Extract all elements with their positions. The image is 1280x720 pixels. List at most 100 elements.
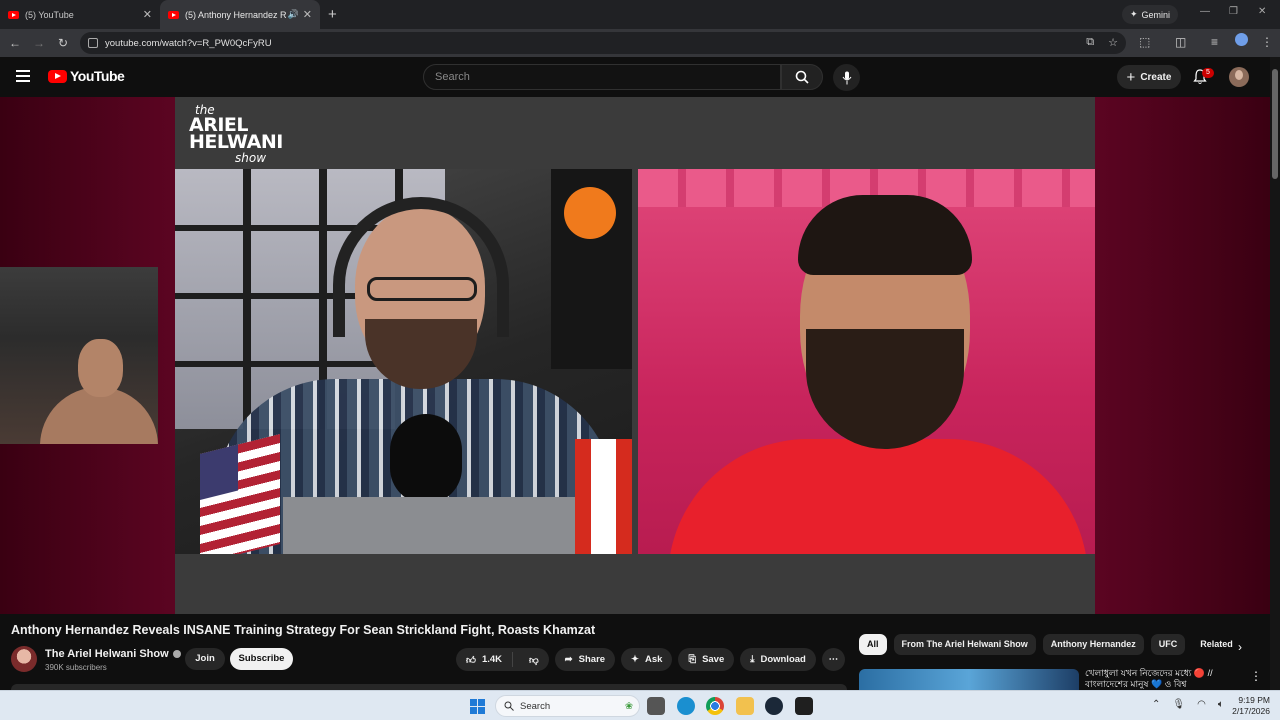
gemini-button[interactable]: ✦ Gemini [1122, 5, 1179, 24]
browser-tab-youtube[interactable]: (5) YouTube ✕ [0, 0, 160, 29]
save-button[interactable]: ⎘ Save [678, 648, 735, 671]
video-metadata: Anthony Hernandez Reveals INSANE Trainin… [0, 614, 1270, 690]
guest-shirt [668, 439, 1088, 554]
channel-name-link[interactable]: The Ariel Helwani Show [45, 648, 181, 660]
subscriber-count: 390K subscribers [45, 663, 107, 672]
forward-arrow-icon[interactable]: → [27, 36, 51, 50]
address-bar[interactable]: youtube.com/watch?v=R_PW0QcFyRU ⧉ ☆ [80, 32, 1126, 54]
volume-icon[interactable]: 🔈︎ [1218, 699, 1224, 710]
chip-anthony-hernandez[interactable]: Anthony Hernandez [1042, 634, 1144, 655]
taskbar-search-label: Search [520, 700, 551, 712]
speaker-icon[interactable]: 🔊 [288, 9, 299, 20]
minimize-window-icon[interactable]: — [1200, 6, 1210, 17]
url-text: youtube.com/watch?v=R_PW0QcFyRU [105, 37, 272, 49]
media-controls-icon[interactable]: ≡ [1211, 35, 1218, 49]
more-dots-icon: ⋯ [828, 654, 839, 665]
taskbar-search[interactable]: Search ❀ [495, 695, 640, 717]
chevron-up-icon[interactable]: ⌃ [1152, 699, 1160, 710]
search-input[interactable]: Search [423, 64, 781, 90]
share-label: Share [578, 654, 606, 665]
download-button[interactable]: ⤓ Download [740, 648, 816, 671]
account-avatar[interactable] [1229, 67, 1249, 87]
youtube-play-icon [48, 69, 67, 83]
ask-button[interactable]: ✦ Ask [621, 648, 673, 671]
recommended-video-thumbnail[interactable] [859, 669, 1079, 690]
subscribe-button[interactable]: Subscribe [230, 648, 293, 670]
thumbs-up-icon: 👍︎ [466, 654, 476, 666]
download-icon: ⤓ [750, 654, 755, 665]
microphone-icon [842, 71, 851, 84]
verified-badge-icon [172, 650, 181, 659]
site-info-icon[interactable] [88, 38, 98, 48]
voice-search-button[interactable] [833, 64, 860, 91]
youtube-header: YouTube Search + Create [0, 57, 1280, 97]
task-view-icon[interactable] [647, 697, 665, 715]
restore-window-icon[interactable]: ❐ [1229, 6, 1238, 17]
chip-related[interactable]: Related [1192, 634, 1233, 655]
webcam-person-face [78, 339, 123, 397]
page-scrollbar[interactable] [1270, 57, 1280, 690]
more-actions-button[interactable]: ⋯ [821, 648, 845, 671]
studio-microphone [390, 414, 462, 504]
gemini-label: Gemini [1141, 9, 1171, 20]
close-window-icon[interactable]: ✕ [1258, 6, 1266, 17]
like-button[interactable]: 👍︎ 1.4K [456, 652, 514, 667]
like-dislike-group: 👍︎ 1.4K 👎︎ [456, 648, 549, 671]
system-tray: ⌃ 🎙︎ ◠ 🔈︎ [1152, 699, 1224, 710]
recommended-video-title[interactable]: খেলাধুলা যখন নিজেদের মধ্যে 🔴 // বাংলাদেশ… [1085, 668, 1245, 690]
chip-all[interactable]: All [859, 634, 887, 655]
dislike-button[interactable]: 👎︎ [519, 654, 549, 666]
wifi-icon[interactable]: ◠ [1197, 699, 1206, 710]
show-logo: the ARIEL HELWANI show [189, 103, 283, 169]
download-label: Download [760, 654, 806, 665]
menu-icon[interactable] [16, 70, 30, 82]
microphone-icon[interactable]: 🎙︎ [1172, 699, 1185, 710]
channel-avatar[interactable] [11, 646, 37, 672]
join-button[interactable]: Join [185, 648, 225, 670]
tab-title: (5) YouTube [25, 9, 74, 20]
chrome-icon[interactable] [706, 697, 724, 715]
browser-tab-video[interactable]: (5) Anthony Hernandez Rev 🔊 ✕ [160, 0, 320, 29]
channel-name: The Ariel Helwani Show [45, 648, 169, 660]
edge-icon[interactable] [677, 697, 695, 715]
install-app-icon[interactable]: ⧉ [1086, 36, 1094, 49]
reload-icon[interactable]: ↻ [51, 36, 75, 50]
create-button[interactable]: + Create [1117, 65, 1181, 89]
close-tab-icon[interactable]: ✕ [143, 8, 152, 21]
more-options-icon[interactable]: ⋮ [1250, 669, 1262, 683]
back-arrow-icon[interactable]: ← [3, 36, 27, 50]
video-player[interactable]: the ARIEL HELWANI show [175, 97, 1095, 614]
share-arrow-icon: ➦ [564, 654, 573, 665]
video-area: the ARIEL HELWANI show [0, 97, 1270, 614]
extensions-icon[interactable]: ⬚ [1139, 35, 1150, 49]
clock-time: 9:19 PM [1238, 695, 1270, 705]
search-button[interactable] [781, 64, 823, 90]
youtube-logo[interactable]: YouTube [48, 68, 125, 84]
search-icon [504, 701, 514, 711]
mascot-figure [564, 187, 616, 239]
chip-from-channel[interactable]: From The Ariel Helwani Show [893, 634, 1036, 655]
new-tab-button[interactable]: + [328, 6, 337, 23]
app-icon[interactable] [795, 697, 813, 715]
ask-label: Ask [645, 654, 663, 665]
youtube-favicon-icon [8, 10, 19, 19]
chevron-right-icon[interactable]: › [1238, 640, 1242, 654]
search-highlight-icon: ❀ [625, 700, 633, 712]
share-button[interactable]: ➦ Share [554, 648, 616, 671]
windows-start-icon[interactable] [470, 699, 485, 714]
video-title: Anthony Hernandez Reveals INSANE Trainin… [11, 623, 596, 637]
profile-avatar[interactable] [1235, 33, 1248, 46]
steam-icon[interactable] [765, 697, 783, 715]
like-count: 1.4K [481, 654, 503, 665]
bookmark-star-icon[interactable]: ☆ [1108, 36, 1118, 49]
chip-ufc[interactable]: UFC [1150, 634, 1186, 655]
notification-count-badge: 5 [1202, 68, 1214, 78]
close-tab-icon[interactable]: ✕ [303, 8, 312, 21]
browser-menu-icon[interactable]: ⋮ [1261, 35, 1273, 49]
split-view-icon[interactable]: ◫ [1175, 35, 1186, 49]
scrollbar-thumb[interactable] [1272, 69, 1278, 179]
file-explorer-icon[interactable] [736, 697, 754, 715]
taskbar-clock[interactable]: 9:19 PM 2/17/2026 [1226, 695, 1270, 717]
sparkle-icon: ✦ [631, 654, 640, 665]
host-video-panel [175, 169, 632, 554]
